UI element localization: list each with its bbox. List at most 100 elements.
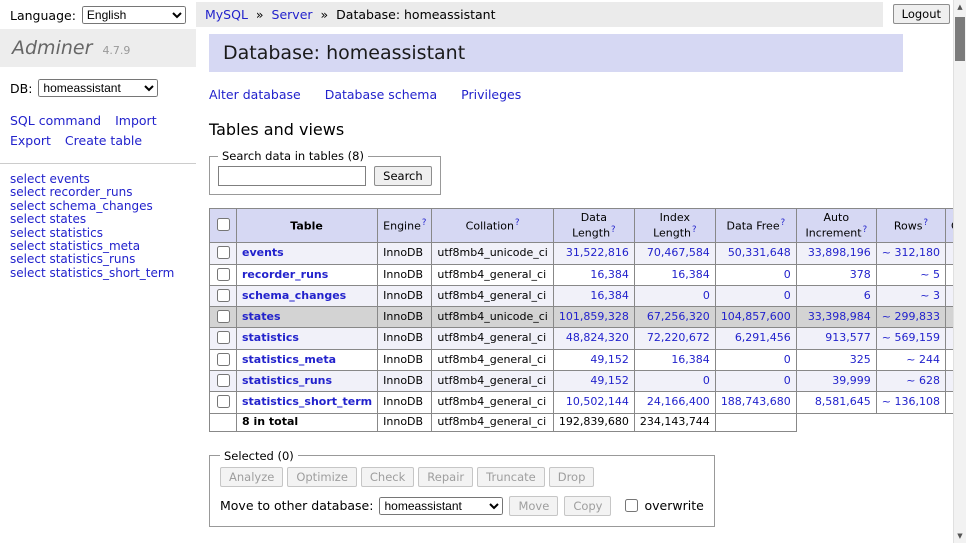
export-link[interactable]: Export bbox=[10, 133, 51, 148]
database-schema-link[interactable]: Database schema bbox=[325, 87, 437, 102]
breadcrumb-server-link[interactable]: Server bbox=[272, 7, 313, 22]
data-free-link[interactable]: 0 bbox=[784, 268, 791, 282]
rows-count-link[interactable]: ~ 3 bbox=[920, 289, 940, 303]
row-select-checkbox[interactable] bbox=[217, 353, 230, 366]
auto-increment-link[interactable]: 33,898,196 bbox=[808, 246, 871, 260]
scrollbar-thumb[interactable] bbox=[955, 17, 965, 61]
data-length-link[interactable]: 10,502,144 bbox=[566, 395, 629, 409]
rows-count-link[interactable]: ~ 299,833 bbox=[882, 310, 940, 324]
index-length-link[interactable]: 70,467,584 bbox=[647, 246, 710, 260]
table-name-link[interactable]: statistics_runs bbox=[242, 374, 332, 387]
alter-database-link[interactable]: Alter database bbox=[209, 87, 301, 102]
optimize-button[interactable]: Optimize bbox=[287, 467, 357, 487]
auto-increment-link[interactable]: 325 bbox=[850, 353, 871, 367]
rows-help-link[interactable]: ? bbox=[923, 218, 928, 228]
rows-count-link[interactable]: ~ 5 bbox=[920, 268, 940, 282]
table-name-link[interactable]: statistics bbox=[242, 331, 299, 344]
data-free-link[interactable]: 6,291,456 bbox=[735, 331, 791, 345]
index-length-link[interactable]: 72,220,672 bbox=[647, 331, 710, 345]
auto-increment-link[interactable]: 8,581,645 bbox=[815, 395, 871, 409]
data-length-link[interactable]: 101,859,328 bbox=[559, 310, 629, 324]
rows-count-link[interactable]: ~ 136,108 bbox=[882, 395, 940, 409]
language-select[interactable]: English bbox=[82, 6, 186, 24]
scrollbar-up-arrow-icon[interactable]: ▲ bbox=[954, 0, 966, 14]
rows-count-link[interactable]: ~ 569,159 bbox=[882, 331, 940, 345]
index-length-link[interactable]: 67,256,320 bbox=[647, 310, 710, 324]
logout-button[interactable]: Logout bbox=[893, 4, 950, 24]
create-table-sidebar-link[interactable]: Create table bbox=[65, 133, 142, 148]
db-select[interactable]: homeassistant bbox=[38, 79, 158, 97]
data-length-link[interactable]: 16,384 bbox=[590, 268, 629, 282]
search-input[interactable] bbox=[218, 166, 366, 186]
copy-button[interactable]: Copy bbox=[564, 496, 611, 516]
select-all-checkbox[interactable] bbox=[217, 218, 230, 231]
move-db-select[interactable]: homeassistant bbox=[379, 497, 503, 515]
index-length-help-link[interactable]: ? bbox=[692, 225, 697, 235]
sidebar-table-link[interactable]: select recorder_runs bbox=[10, 185, 133, 199]
table-name-link[interactable]: recorder_runs bbox=[242, 268, 328, 281]
auto-increment-link[interactable]: 6 bbox=[864, 289, 871, 303]
analyze-button[interactable]: Analyze bbox=[220, 467, 283, 487]
data-length-link[interactable]: 16,384 bbox=[590, 289, 629, 303]
auto-increment-link[interactable]: 913,577 bbox=[825, 331, 871, 345]
row-select-checkbox[interactable] bbox=[217, 331, 230, 344]
table-name-link[interactable]: statistics_short_term bbox=[242, 395, 372, 408]
row-select-checkbox[interactable] bbox=[217, 374, 230, 387]
sidebar-table-link[interactable]: select statistics_short_term bbox=[10, 266, 174, 280]
move-button[interactable]: Move bbox=[509, 496, 558, 516]
index-length-link[interactable]: 16,384 bbox=[671, 268, 710, 282]
drop-button[interactable]: Drop bbox=[549, 467, 595, 487]
data-length-help-link[interactable]: ? bbox=[611, 225, 616, 235]
overwrite-checkbox[interactable] bbox=[625, 499, 638, 512]
search-button[interactable]: Search bbox=[374, 166, 432, 186]
table-name-link[interactable]: schema_changes bbox=[242, 289, 346, 302]
table-name-link[interactable]: statistics_meta bbox=[242, 353, 336, 366]
sidebar-table-link[interactable]: select statistics_runs bbox=[10, 252, 135, 266]
data-free-help-link[interactable]: ? bbox=[781, 218, 786, 228]
breadcrumb-mysql-link[interactable]: MySQL bbox=[205, 7, 248, 22]
repair-button[interactable]: Repair bbox=[418, 467, 473, 487]
sidebar-table-link[interactable]: select states bbox=[10, 212, 86, 226]
row-select-checkbox[interactable] bbox=[217, 289, 230, 302]
auto-increment-link[interactable]: 33,398,984 bbox=[808, 310, 871, 324]
privileges-link[interactable]: Privileges bbox=[461, 87, 521, 102]
row-select-checkbox[interactable] bbox=[217, 268, 230, 281]
data-length-link[interactable]: 49,152 bbox=[590, 374, 629, 388]
auto-increment-link[interactable]: 39,999 bbox=[832, 374, 871, 388]
data-free-link[interactable]: 188,743,680 bbox=[721, 395, 791, 409]
sidebar-table-link[interactable]: select events bbox=[10, 172, 90, 186]
rows-count-link[interactable]: ~ 244 bbox=[906, 353, 940, 367]
rows-count-link[interactable]: ~ 628 bbox=[906, 374, 940, 388]
collation-help-link[interactable]: ? bbox=[515, 218, 520, 228]
table-name-link[interactable]: events bbox=[242, 246, 284, 259]
data-free-link[interactable]: 0 bbox=[784, 289, 791, 303]
scrollbar-down-arrow-icon[interactable]: ▼ bbox=[954, 529, 966, 543]
auto-increment-link[interactable]: 378 bbox=[850, 268, 871, 282]
index-length-link[interactable]: 16,384 bbox=[671, 353, 710, 367]
rows-count-link[interactable]: ~ 312,180 bbox=[882, 246, 940, 260]
row-select-checkbox[interactable] bbox=[217, 395, 230, 408]
row-select-checkbox[interactable] bbox=[217, 246, 230, 259]
table-name-link[interactable]: states bbox=[242, 310, 281, 323]
sidebar-table-link[interactable]: select schema_changes bbox=[10, 199, 153, 213]
data-length-link[interactable]: 49,152 bbox=[590, 353, 629, 367]
data-free-link[interactable]: 50,331,648 bbox=[728, 246, 791, 260]
index-length-link[interactable]: 24,166,400 bbox=[647, 395, 710, 409]
data-free-link[interactable]: 0 bbox=[784, 353, 791, 367]
data-length-link[interactable]: 48,824,320 bbox=[566, 331, 629, 345]
data-length-link[interactable]: 31,522,816 bbox=[566, 246, 629, 260]
truncate-button[interactable]: Truncate bbox=[477, 467, 545, 487]
data-free-link[interactable]: 0 bbox=[784, 374, 791, 388]
check-button[interactable]: Check bbox=[361, 467, 414, 487]
vertical-scrollbar[interactable]: ▲ ▼ bbox=[953, 0, 966, 543]
row-select-checkbox[interactable] bbox=[217, 310, 230, 323]
data-free-link[interactable]: 104,857,600 bbox=[721, 310, 791, 324]
import-link[interactable]: Import bbox=[115, 113, 157, 128]
index-length-link[interactable]: 0 bbox=[703, 374, 710, 388]
sidebar-table-link[interactable]: select statistics_meta bbox=[10, 239, 140, 253]
engine-help-link[interactable]: ? bbox=[422, 218, 427, 228]
sidebar-table-link[interactable]: select statistics bbox=[10, 226, 103, 240]
index-length-link[interactable]: 0 bbox=[703, 289, 710, 303]
auto-increment-help-link[interactable]: ? bbox=[863, 225, 868, 235]
sql-command-link[interactable]: SQL command bbox=[10, 113, 101, 128]
